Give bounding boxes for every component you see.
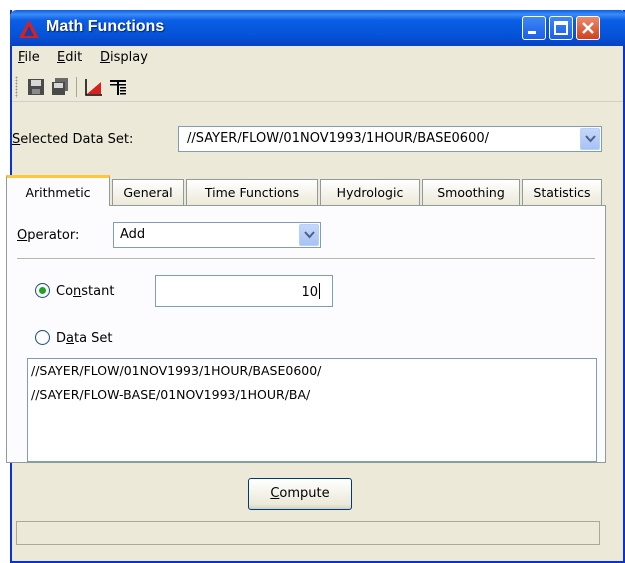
tab-arithmetic[interactable]: Arithmetic xyxy=(6,175,110,206)
operator-dropdown-button[interactable] xyxy=(299,224,319,246)
chevron-down-icon xyxy=(585,135,596,143)
tab-general[interactable]: General xyxy=(112,179,184,205)
plot-icon[interactable] xyxy=(84,77,104,97)
minimize-button[interactable] xyxy=(522,16,546,40)
selected-data-set-dropdown-button[interactable] xyxy=(580,128,600,150)
maximize-button[interactable] xyxy=(549,16,573,40)
chevron-down-icon xyxy=(304,231,315,239)
constant-radio[interactable] xyxy=(35,283,50,298)
maximize-icon xyxy=(554,21,568,35)
compute-button[interactable]: Compute xyxy=(248,478,352,510)
tab-smoothing[interactable]: Smoothing xyxy=(422,179,520,205)
menu-file[interactable]: File xyxy=(18,50,40,65)
operator-combo[interactable]: Add xyxy=(113,222,321,248)
selected-data-set-value: //SAYER/FLOW/01NOV1993/1HOUR/BASE0600/ xyxy=(187,131,490,146)
save-icon[interactable] xyxy=(26,77,46,97)
list-item[interactable]: //SAYER/FLOW-BASE/01NOV1993/1HOUR/BA/ xyxy=(31,387,310,402)
dataset-radio[interactable] xyxy=(35,330,50,345)
title-bar[interactable]: Math Functions xyxy=(10,10,625,46)
constant-input[interactable]: 10 xyxy=(155,275,333,307)
toolbar-separator xyxy=(76,77,77,97)
constant-radio-option[interactable]: Constant xyxy=(35,283,114,299)
dataset-list[interactable]: //SAYER/FLOW/01NOV1993/1HOUR/BASE0600/ /… xyxy=(27,358,597,462)
constant-value: 10 xyxy=(301,285,318,300)
status-bar xyxy=(16,521,600,545)
minimize-icon xyxy=(528,31,536,34)
text-caret xyxy=(319,283,320,299)
list-item[interactable]: //SAYER/FLOW/01NOV1993/1HOUR/BASE0600/ xyxy=(31,363,321,378)
window-title: Math Functions xyxy=(46,18,165,35)
operator-value: Add xyxy=(120,227,146,242)
tab-time-functions[interactable]: Time Functions xyxy=(186,179,318,205)
menu-edit[interactable]: Edit xyxy=(57,50,82,65)
dataset-radio-option[interactable]: Data Set xyxy=(35,330,113,346)
arithmetic-panel: Operator: Add Constant 10 Data Set //SAY… xyxy=(6,205,606,463)
app-logo-icon xyxy=(18,19,40,39)
function-tabs: Arithmetic General Time Functions Hydrol… xyxy=(6,175,606,206)
toolbar xyxy=(12,72,623,102)
operator-label: Operator: xyxy=(17,228,80,243)
menu-bar: File Edit Display xyxy=(12,46,623,70)
close-icon xyxy=(582,22,594,34)
divider xyxy=(17,258,595,260)
table-icon[interactable] xyxy=(108,77,128,97)
save-all-icon[interactable] xyxy=(50,77,70,97)
tab-hydrologic[interactable]: Hydrologic xyxy=(320,179,420,205)
tab-statistics[interactable]: Statistics xyxy=(522,179,602,205)
selected-data-set-combo[interactable]: //SAYER/FLOW/01NOV1993/1HOUR/BASE0600/ xyxy=(178,126,602,152)
toolbar-grip[interactable] xyxy=(15,76,18,98)
selected-data-set-label: Selected Data Set: xyxy=(12,132,134,147)
menu-display[interactable]: Display xyxy=(100,50,148,65)
close-button[interactable] xyxy=(576,16,600,40)
